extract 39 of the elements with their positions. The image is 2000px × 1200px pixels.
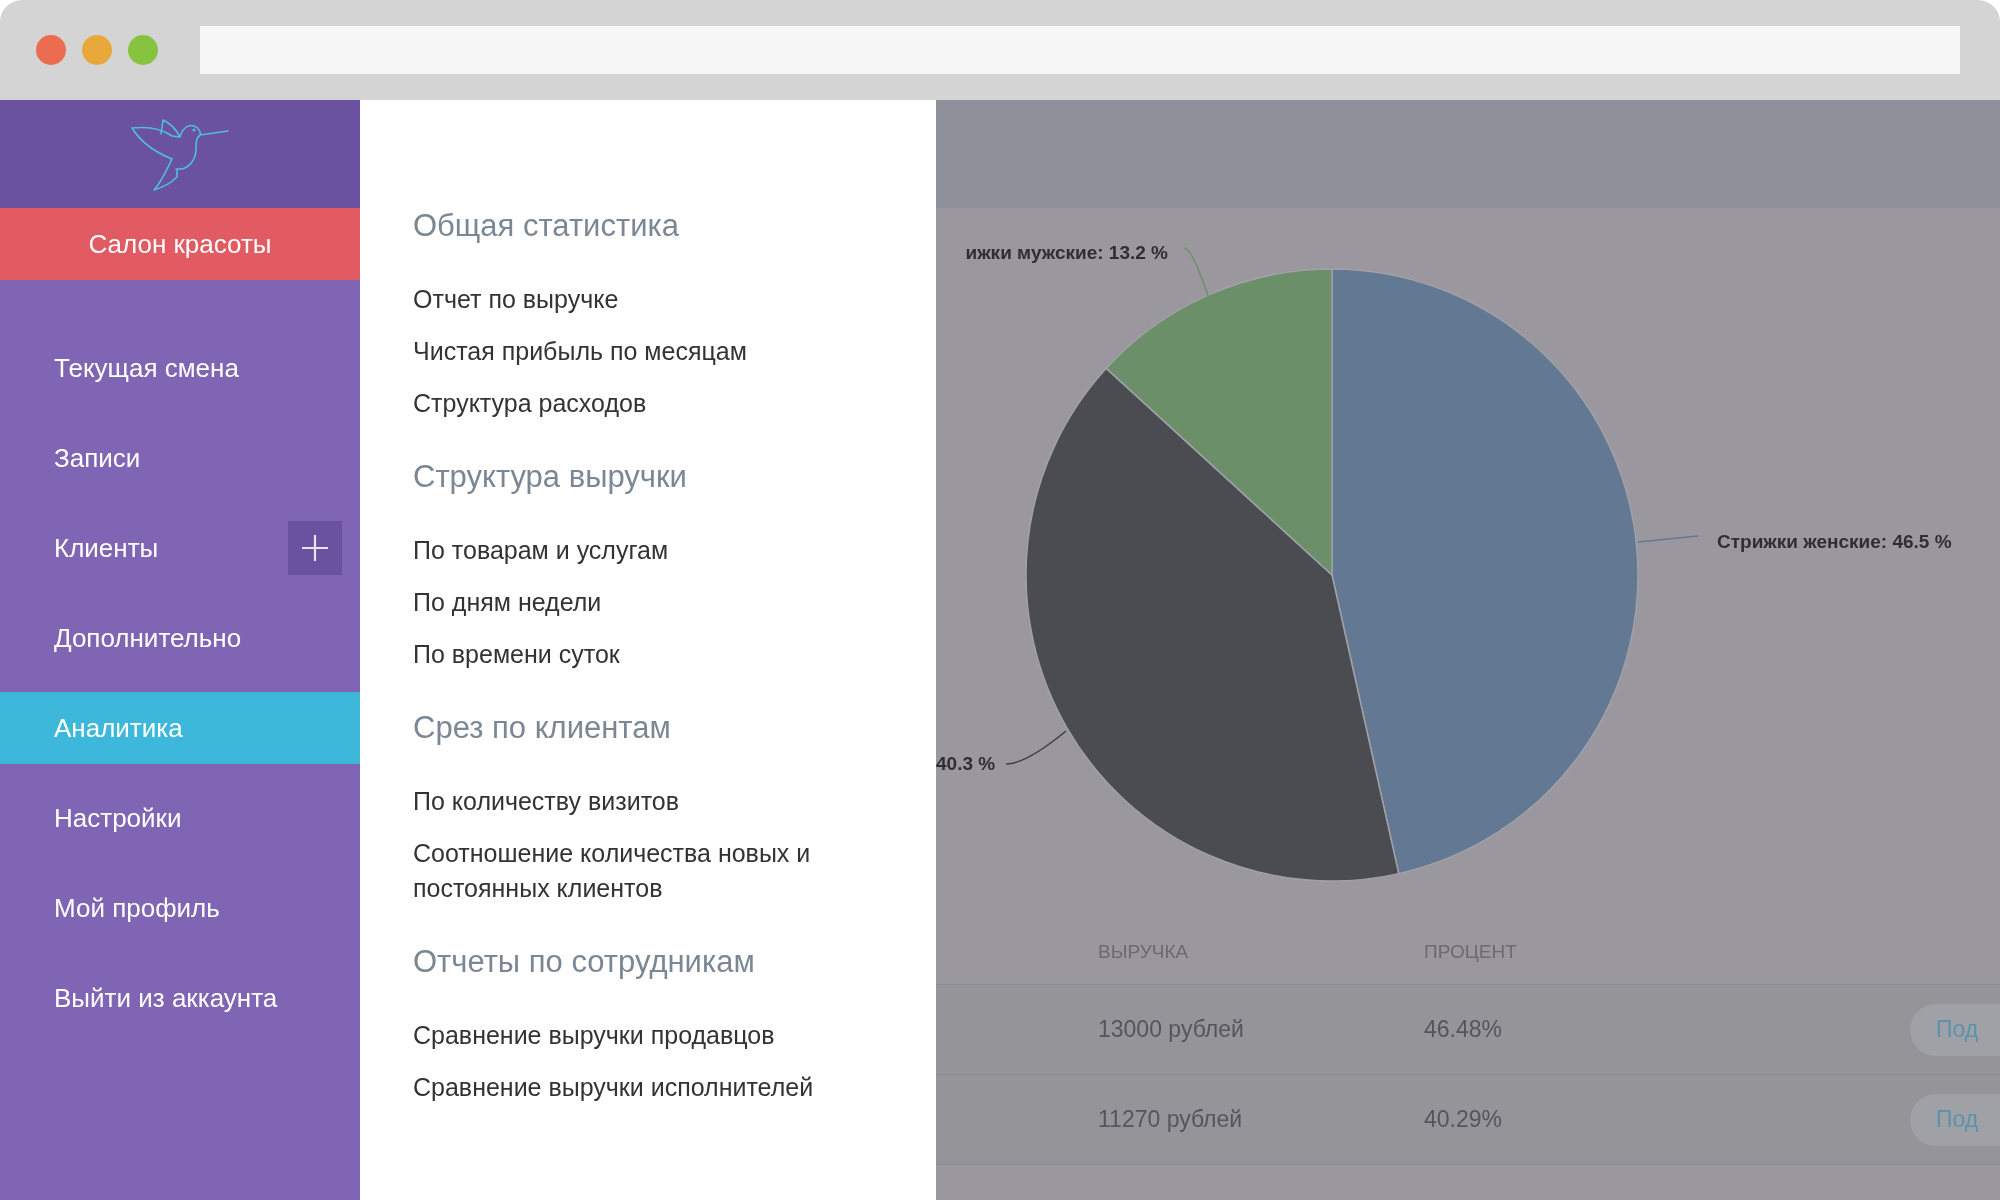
table-cell-text: 13000 рублей [1098,1015,1245,1045]
add-button[interactable] [288,521,342,575]
section-heading: Общая статистика [413,206,680,245]
menu-link[interactable]: Сравнение выручки продавцов [413,1009,873,1061]
table-cell-text: 11270 рублей [1098,1105,1244,1135]
salon-name-banner: Салон красоты [0,208,360,280]
menu-link[interactable]: По товарам и услугам [413,524,873,576]
window-control-button[interactable] [82,35,112,65]
window-control-button[interactable] [36,35,66,65]
menu-link[interactable]: По дням недели [413,576,873,628]
slice-label: Стрижки женские: 46.5 % [1717,531,1952,552]
section-heading: Структура выручки [413,457,688,496]
address-bar[interactable] [200,26,1960,74]
sidebar-item[interactable]: Выйти из аккаунта [0,962,360,1034]
menu-link[interactable]: Отчет по выручке [413,273,873,325]
table-cell-text: 46.48% [1424,1015,1503,1045]
leader-line [1005,730,1067,765]
hummingbird-logo-icon [130,116,230,192]
menu-link[interactable]: По количеству визитов [413,775,873,827]
menu-link[interactable]: Структура расходов [413,377,873,429]
sidebar-item[interactable]: Клиенты [54,528,159,568]
sidebar-item[interactable]: Записи [0,422,360,494]
section-heading: Отчеты по сотрудникам [413,942,756,981]
menu-link[interactable]: Чистая прибыль по месяцам [413,325,873,377]
menu-link[interactable]: По времени суток [413,628,873,680]
sidebar-item[interactable]: Дополнительно [0,602,360,674]
menu-link[interactable]: Сравнение выручки исполнителей [413,1061,873,1113]
sidebar-item[interactable]: Текущая смена [0,332,360,404]
sidebar-item[interactable]: Настройки [0,782,360,854]
slice-label: ижки мужские: 13.2 % [965,242,1168,263]
section-heading: Срез по клиентам [413,708,672,747]
menu-link[interactable]: Соотношение количества новых и постоянных клиентов [413,827,873,914]
slice-label: 40.3 % [936,753,996,774]
window-control-button[interactable] [128,35,158,65]
leader-line [1183,247,1209,297]
leader-line [1637,535,1699,543]
plus-icon [302,535,328,561]
sidebar-item[interactable]: Мой профиль [0,872,360,944]
table-cell-text: 40.29% [1424,1105,1503,1135]
